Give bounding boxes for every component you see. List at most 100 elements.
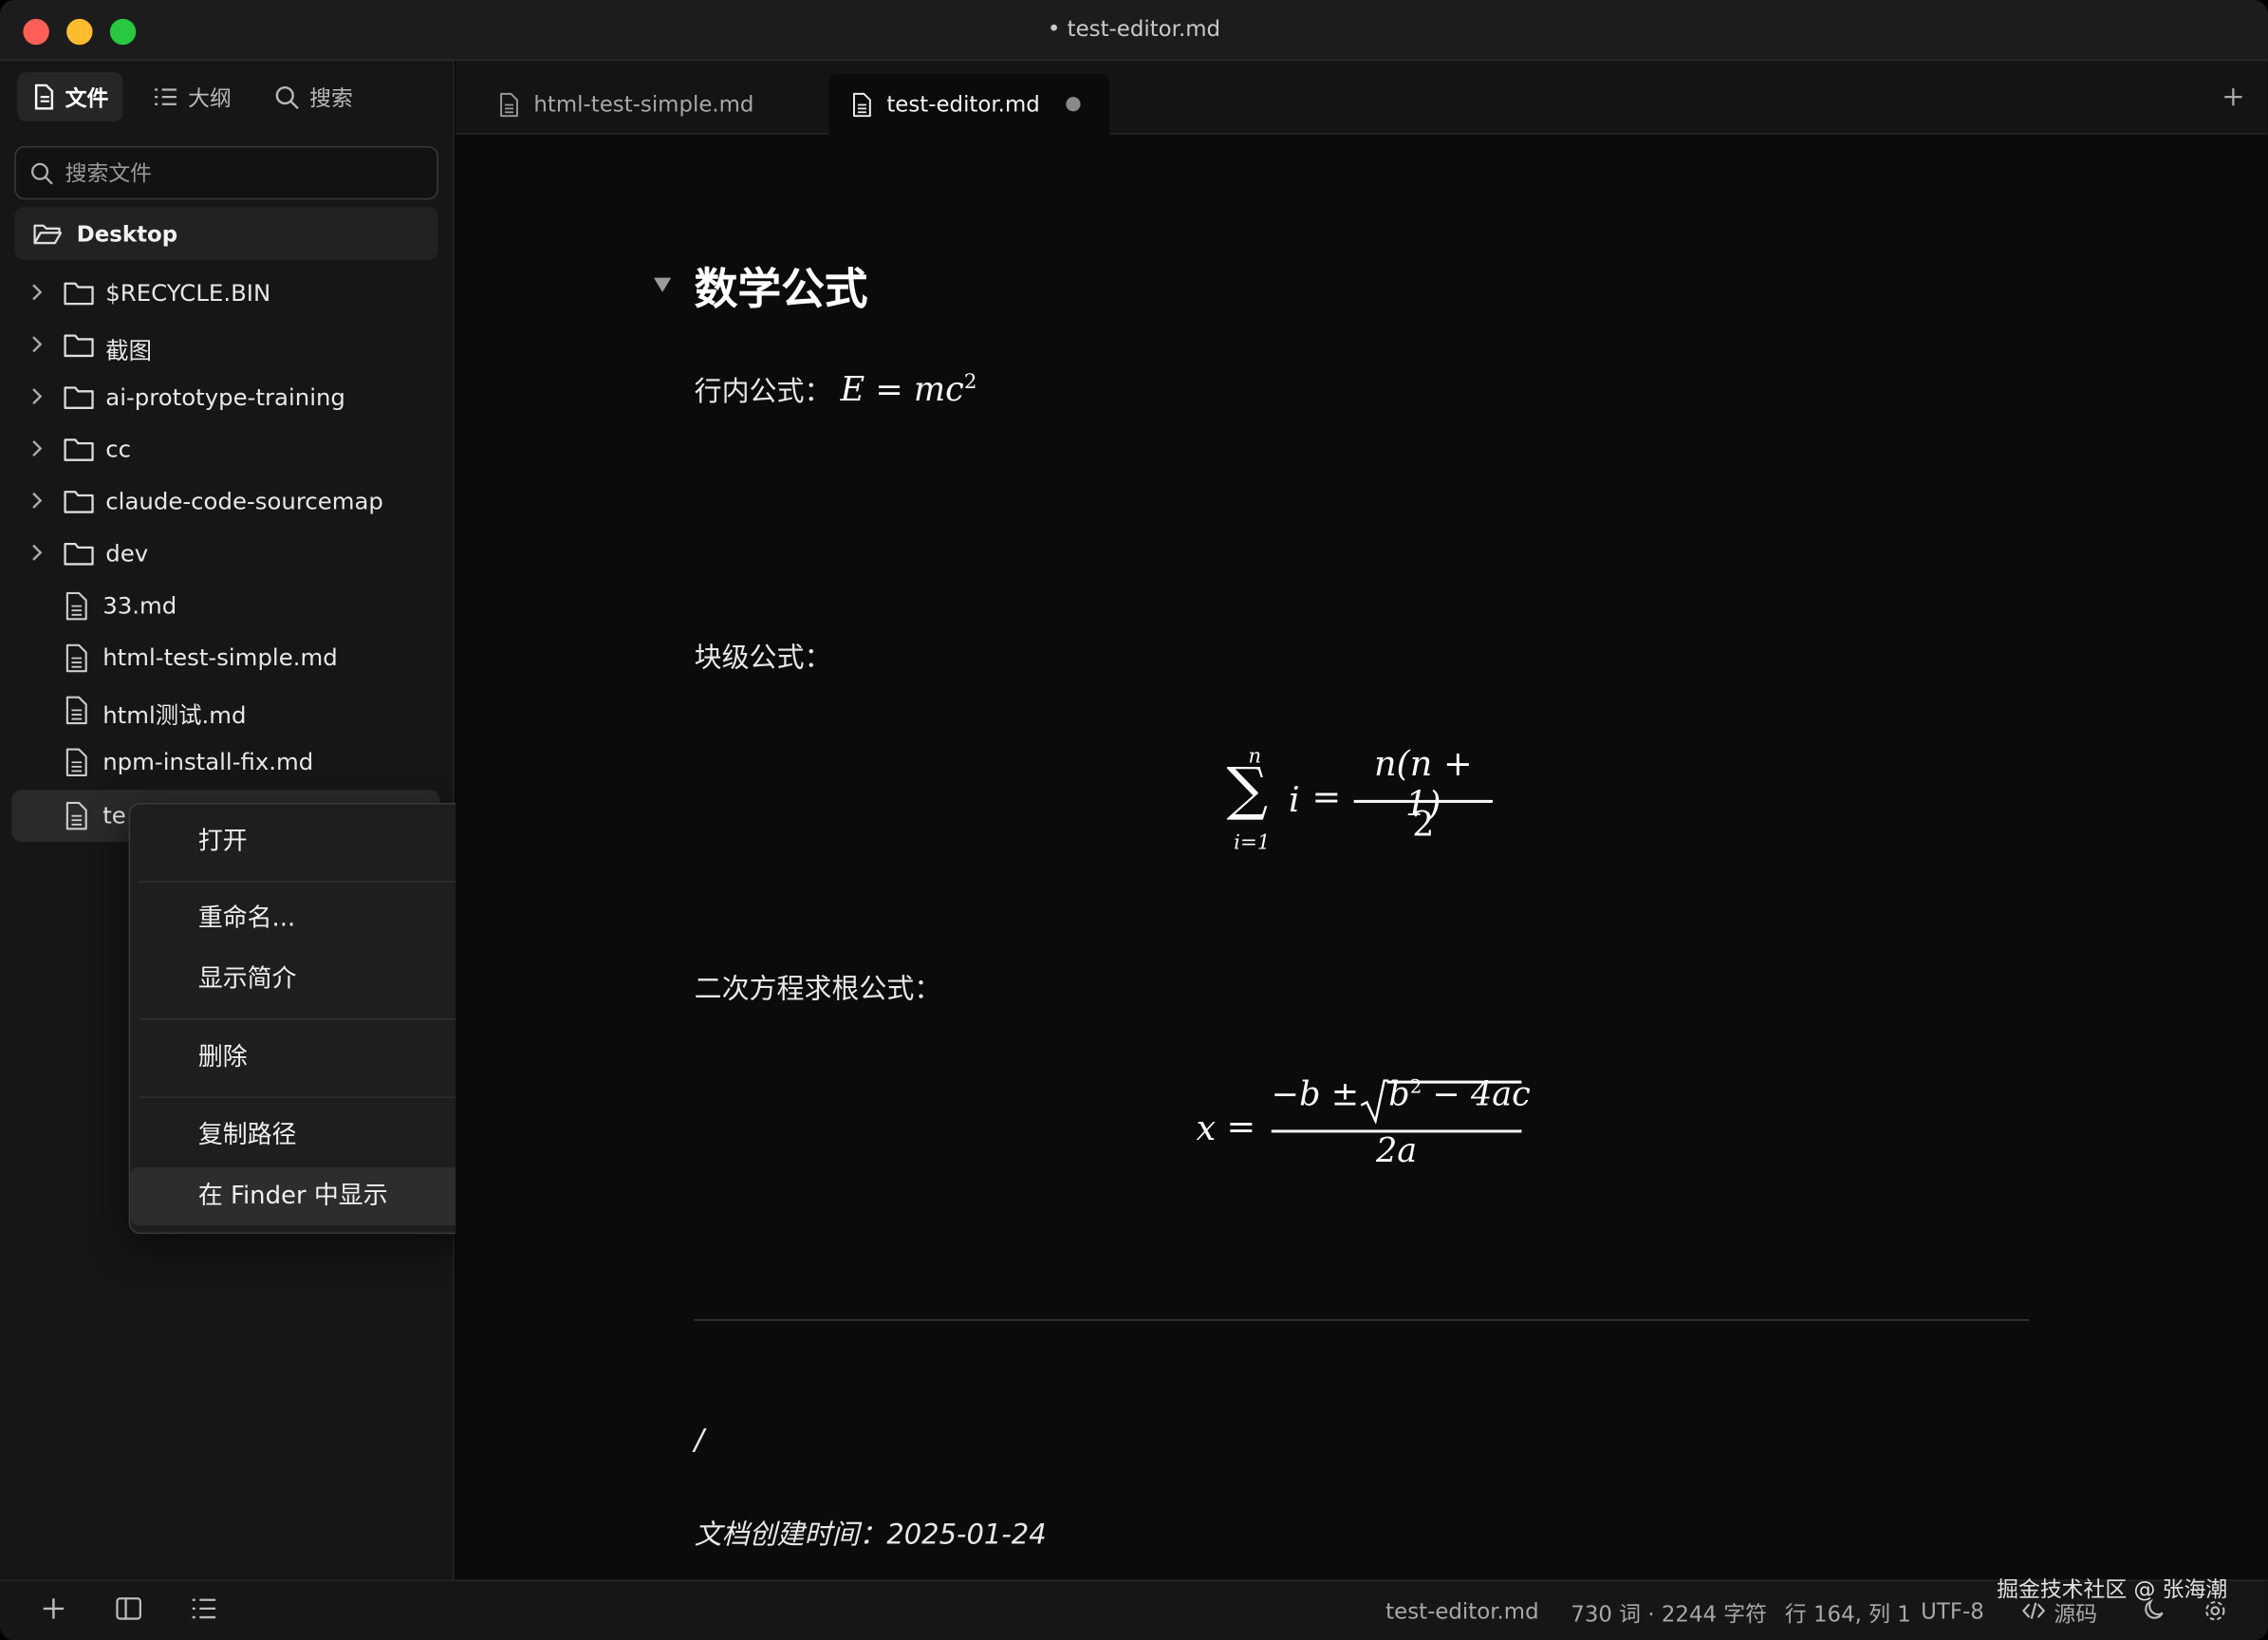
tab-files-label: 文件 (65, 84, 109, 111)
title-bar: • test-editor.md (0, 0, 2268, 62)
tree-file[interactable]: npm-install-fix.md (11, 736, 439, 789)
chevron-right-icon (32, 544, 43, 561)
math-token: E (840, 371, 865, 410)
context-menu: 打开 重命名... 显示简介 删除 复制路径 在 Finder 中显示 (128, 802, 468, 1235)
folder-icon (64, 542, 94, 566)
outline-list-icon[interactable] (191, 1597, 216, 1620)
math-token: = (1311, 776, 1342, 818)
quadratic-formula: x = −b ± b2 − 4ac 2a (1197, 1076, 1572, 1180)
tab-outline-label: 大纲 (188, 84, 232, 111)
tree-item-label: cc (105, 435, 132, 463)
document-icon (65, 801, 87, 830)
slash-command-cursor[interactable]: / (695, 1422, 704, 1457)
math-token: b (1388, 1076, 1410, 1114)
tree-folder[interactable]: ai-prototype-training (11, 372, 439, 424)
fraction-denominator: 2a (1375, 1132, 1418, 1171)
fraction-numerator: −b ± (1272, 1076, 1359, 1114)
chevron-right-icon (32, 440, 43, 457)
fraction-bar (1353, 799, 1493, 803)
math-superscript: 2 (1409, 1076, 1422, 1099)
search-icon (275, 85, 299, 109)
square-root-icon (1360, 1079, 1389, 1125)
inline-formula: E = mc2 (840, 370, 977, 410)
file-search-input[interactable] (65, 159, 413, 186)
tab-test-editor[interactable]: test-editor.md (828, 73, 1110, 135)
collapse-heading-icon[interactable] (653, 277, 672, 292)
math-token: mc (913, 371, 964, 410)
document-icon (65, 696, 87, 725)
tree-folder[interactable]: dev (11, 528, 439, 580)
tree-item-label: claude-code-sourcemap (105, 487, 383, 515)
math-token: = (875, 371, 903, 410)
tree-item-label: te (102, 801, 126, 829)
editor-tab-bar: html-test-simple.md test-editor.md (455, 61, 2268, 135)
tree-item-label: 33.md (102, 591, 177, 620)
sum-lower-limit: i=1 (1234, 831, 1271, 855)
quadratic-formula-label: 二次方程求根公式： (694, 973, 942, 1006)
folder-icon (64, 491, 94, 513)
chevron-right-icon (32, 284, 43, 301)
math-token: − 4ac (1422, 1076, 1531, 1114)
menu-item-rename[interactable]: 重命名... (130, 889, 466, 947)
menu-separator (139, 881, 457, 883)
folder-icon (64, 438, 94, 461)
status-bar: test-editor.md 730 词 · 2244 字符 行 164, 列 … (0, 1579, 2268, 1640)
tree-folder[interactable]: claude-code-sourcemap (11, 475, 439, 528)
tree-file[interactable]: html测试.md (11, 684, 439, 736)
heading-math: 数学公式 (694, 264, 868, 316)
file-icon (34, 84, 54, 110)
folder-icon (64, 334, 94, 358)
window-title: • test-editor.md (1047, 15, 1221, 43)
horizontal-rule (694, 1319, 2030, 1321)
inline-formula-label: 行内公式： (694, 376, 832, 408)
sum-symbol: ∑ (1226, 756, 1269, 824)
tree-folder[interactable]: cc (11, 424, 439, 476)
tree-file[interactable]: 33.md (11, 580, 439, 632)
menu-item-open[interactable]: 打开 (130, 813, 466, 871)
menu-separator (139, 1018, 457, 1020)
tree-item-label: html测试.md (102, 701, 247, 730)
document-icon (500, 92, 518, 117)
watermark-text: 掘金技术社区 @ 张海潮 (1997, 1576, 2228, 1603)
toggle-sidebar-icon[interactable] (116, 1597, 141, 1620)
status-cursor-position: 行 164, 列 1 (1784, 1601, 1911, 1628)
tab-files[interactable]: 文件 (17, 72, 123, 122)
math-token: −b ± (1271, 1076, 1360, 1114)
menu-item-delete[interactable]: 删除 (130, 1029, 466, 1087)
tab-outline[interactable]: 大纲 (139, 72, 246, 121)
root-folder-label: Desktop (76, 220, 178, 247)
chevron-right-icon (32, 492, 43, 509)
status-filename: test-editor.md (1385, 1598, 1539, 1625)
tree-item-label: dev (105, 539, 149, 568)
chevron-right-icon (32, 336, 43, 353)
radicand: b2 − 4ac (1388, 1076, 1531, 1114)
tab-search-label: 搜索 (309, 84, 353, 111)
root-folder-desktop[interactable]: Desktop (14, 206, 438, 261)
document-icon (65, 591, 87, 621)
tab-html-test-simple[interactable]: html-test-simple.md (475, 74, 823, 135)
math-token: i (1289, 779, 1300, 821)
tree-item-label: 截图 (105, 337, 153, 365)
tree-folder[interactable]: 截图 (11, 320, 439, 372)
tree-item-label: npm-install-fix.md (102, 748, 314, 775)
menu-item-reveal-in-finder[interactable]: 在 Finder 中显示 (130, 1167, 466, 1225)
search-icon (31, 161, 53, 184)
status-encoding[interactable]: UTF-8 (1921, 1598, 1984, 1624)
fraction-denominator: 2 (1412, 804, 1435, 846)
tree-file[interactable]: html-test-simple.md (11, 632, 439, 684)
math-superscript: 2 (963, 370, 977, 395)
tree-item-label: $RECYCLE.BIN (105, 279, 271, 308)
tab-label: html-test-simple.md (533, 91, 754, 118)
new-file-plus-icon[interactable] (42, 1597, 65, 1620)
folder-open-icon (33, 223, 63, 244)
chevron-right-icon (32, 388, 43, 405)
menu-item-show-info[interactable]: 显示简介 (130, 950, 466, 1008)
menu-item-copy-path[interactable]: 复制路径 (130, 1107, 466, 1165)
file-search-box (14, 145, 438, 200)
list-icon (155, 88, 177, 105)
new-tab-plus-icon[interactable] (2222, 85, 2244, 108)
tab-search[interactable]: 搜索 (260, 72, 367, 121)
tree-folder[interactable]: $RECYCLE.BIN (11, 268, 439, 320)
unsaved-dot-icon[interactable] (1066, 97, 1081, 112)
editor-area[interactable]: 数学公式 行内公式： E = mc2 块级公式： n ∑ i=1 i = n(n… (455, 134, 2268, 1580)
